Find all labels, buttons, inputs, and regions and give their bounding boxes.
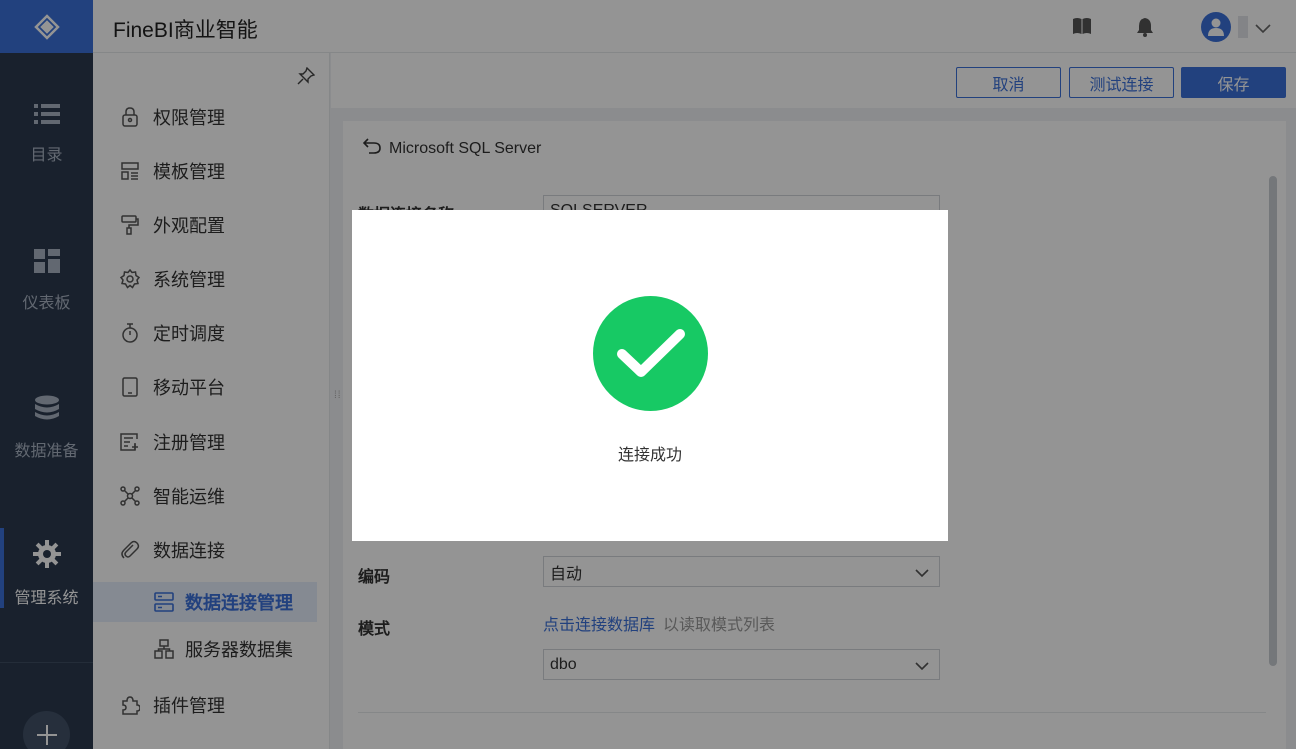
success-check-icon (593, 296, 708, 411)
dialog-message: 连接成功 (617, 447, 682, 464)
success-dialog: 连接成功 (352, 210, 948, 541)
